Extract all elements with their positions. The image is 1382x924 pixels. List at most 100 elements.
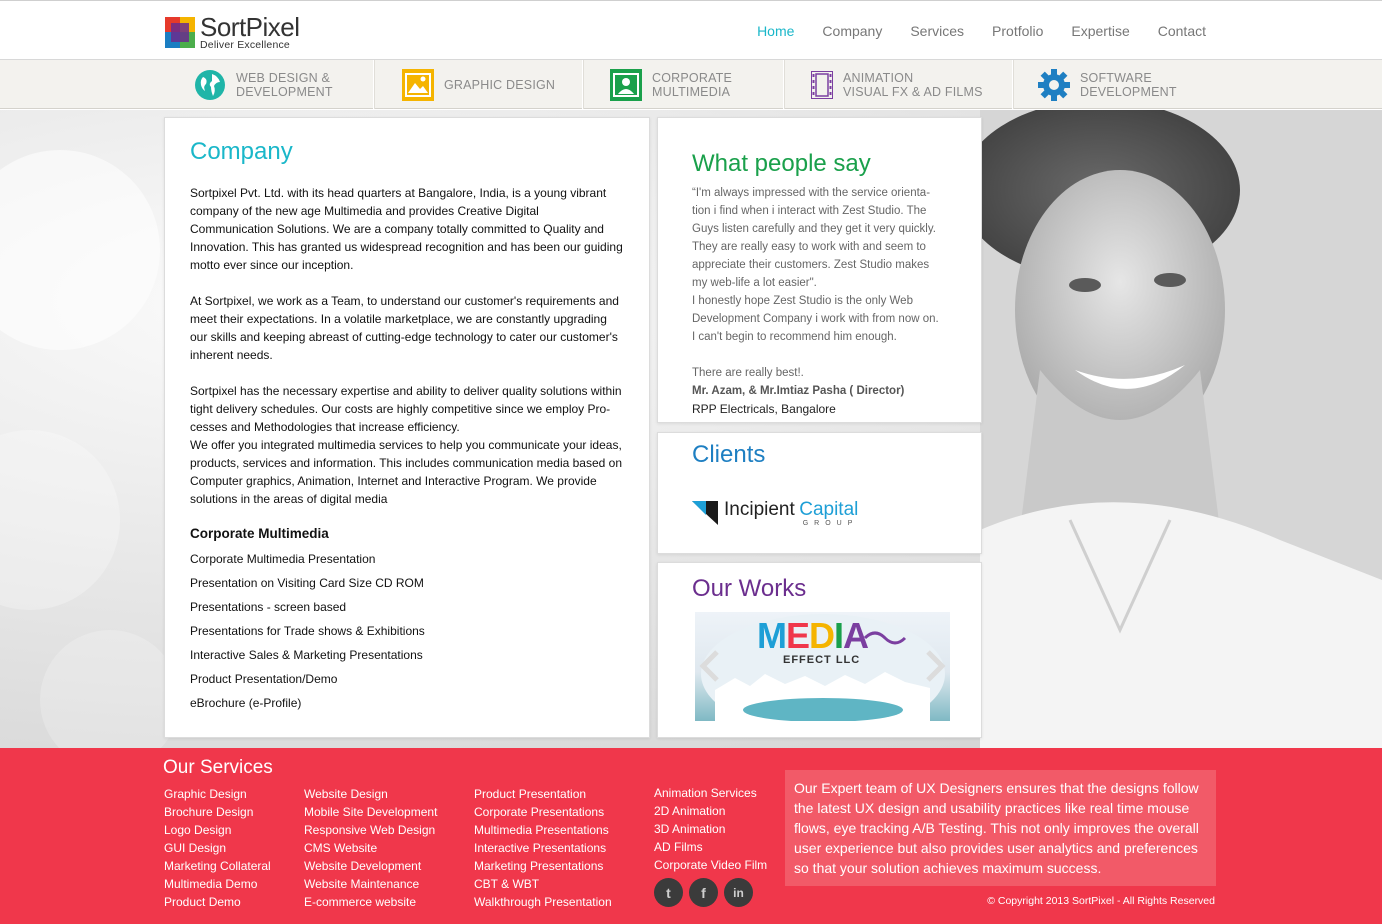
main-nav: Home Company Services Protfolio Expertis… [729, 23, 1206, 39]
works-slider-image[interactable]: MEDIA EFFECT LLC [695, 612, 950, 721]
footer-title: Our Services [163, 757, 273, 778]
nav-expertise[interactable]: Expertise [1071, 23, 1129, 39]
globe-icon [194, 69, 226, 101]
footer-link[interactable]: GUI Design [164, 839, 271, 857]
footer-link[interactable]: CBT & WBT [474, 875, 612, 893]
works-panel: Our Works MEDIA EFFECT LLC [657, 562, 982, 738]
footer-link[interactable]: Corporate Presentations [474, 803, 612, 821]
divider [373, 60, 375, 109]
service-label-line1: GRAPHIC DESIGN [444, 77, 556, 92]
client-logo[interactable]: Incipient Capital GROUP [692, 499, 858, 527]
company-title: Company [190, 138, 293, 165]
hero-photo [960, 110, 1382, 748]
nav-company[interactable]: Company [822, 23, 882, 39]
client-logo-word2: Capital [799, 498, 859, 520]
linkedin-icon[interactable]: in [724, 878, 753, 907]
list-item: Presentations - screen based [190, 600, 347, 614]
slider-prev-button[interactable] [695, 642, 725, 690]
works-logo-letter: E [786, 615, 810, 656]
brand-name: SortPixel [200, 11, 300, 42]
presenter-icon [610, 68, 642, 101]
footer-column-presentations: Product Presentation Corporate Presentat… [474, 785, 612, 911]
footer-link[interactable]: Corporate Video Film [654, 856, 767, 874]
company-paragraph: At Sortpixel, we work as a Team, to unde… [190, 294, 619, 362]
slider-next-button[interactable] [920, 642, 950, 690]
image-icon [402, 68, 434, 101]
nav-contact[interactable]: Contact [1158, 23, 1206, 39]
divider [582, 60, 584, 109]
client-logo-sub: GROUP [802, 519, 859, 527]
footer-link[interactable]: Product Demo [164, 893, 271, 911]
gear-icon [1038, 68, 1070, 101]
nav-portfolio[interactable]: Protfolio [992, 23, 1043, 39]
footer-link[interactable]: E-commerce website [304, 893, 437, 911]
works-logo-main: MEDIA [757, 615, 869, 656]
logo[interactable]: SortPixel Deliver Excellence [165, 11, 300, 51]
testimonial-line: appreciate their customers. Zest Studio … [692, 259, 930, 271]
footer-link[interactable]: CMS Website [304, 839, 437, 857]
footer-column-web: Website Design Mobile Site Development R… [304, 785, 437, 911]
brand-tagline: Deliver Excellence [200, 38, 290, 51]
footer-link[interactable]: Walkthrough Presentation [474, 893, 612, 911]
footer-column-graphic: Graphic Design Brochure Design Logo Desi… [164, 785, 271, 911]
footer-link[interactable]: Brochure Design [164, 803, 271, 821]
footer-link[interactable]: Multimedia Demo [164, 875, 271, 893]
footer-link[interactable]: Product Presentation [474, 785, 612, 803]
footer-link[interactable]: Logo Design [164, 821, 271, 839]
client-logo-mark-icon [692, 501, 718, 525]
service-label-line2: DEVELOPMENT [236, 84, 333, 99]
footer-link[interactable]: Graphic Design [164, 785, 271, 803]
works-title: Our Works [692, 575, 807, 602]
twitter-icon[interactable]: t [654, 878, 683, 907]
footer-column-animation: Animation Services 2D Animation 3D Anima… [654, 784, 767, 874]
social-links: t f in [654, 878, 753, 907]
footer-link[interactable]: Marketing Collateral [164, 857, 271, 875]
company-paragraph: Sortpixel has the necessary expertise an… [190, 384, 622, 434]
service-label-line2: MULTIMEDIA [652, 84, 731, 99]
nav-services[interactable]: Services [910, 23, 964, 39]
footer-link[interactable]: Interactive Presentations [474, 839, 612, 857]
list-item: Interactive Sales & Marketing Presentati… [190, 648, 423, 662]
footer-link[interactable]: Marketing Presentations [474, 857, 612, 875]
service-animation[interactable]: ANIMATION VISUAL FX & AD FILMS [811, 60, 983, 109]
works-logo-letter: M [757, 615, 787, 656]
testimonial-line: I honestly hope Zest Studio is the only … [692, 295, 913, 307]
footer-link[interactable]: 3D Animation [654, 820, 767, 838]
footer-link[interactable]: Website Development [304, 857, 437, 875]
company-paragraph: Sortpixel Pvt. Ltd. with its head quarte… [190, 186, 623, 272]
client-logo-word1: Incipient [724, 498, 795, 520]
service-label-line1: WEB DESIGN & [236, 70, 331, 85]
footer-link[interactable]: Animation Services [654, 784, 767, 802]
footer-link[interactable]: Website Design [304, 785, 437, 803]
testimonial-line: I can't begin to recommend him enough. [692, 331, 897, 343]
footer-link[interactable]: 2D Animation [654, 802, 767, 820]
ux-blurb-text: Our Expert team of UX Designers ensures … [794, 780, 1199, 876]
clients-panel: Clients Incipient Capital GROUP [657, 432, 982, 554]
footer-link[interactable]: Multimedia Presentations [474, 821, 612, 839]
service-software-development[interactable]: SOFTWARE DEVELOPMENT [1038, 60, 1177, 109]
service-graphic-design[interactable]: GRAPHIC DESIGN [402, 60, 555, 109]
divider [783, 60, 785, 109]
testimonial-line: “I'm always impressed with the service o… [692, 187, 931, 199]
list-item: Presentations for Trade shows & Exhibiti… [190, 624, 425, 638]
testimonial-line: They are really easy to work with and se… [692, 241, 926, 253]
footer-link[interactable]: Website Maintenance [304, 875, 437, 893]
service-label-line2: DEVELOPMENT [1080, 84, 1177, 99]
list-item: Presentation on Visiting Card Size CD RO… [190, 576, 424, 590]
nav-home[interactable]: Home [757, 23, 794, 39]
facebook-icon[interactable]: f [689, 878, 718, 907]
service-bar: WEB DESIGN & DEVELOPMENT GRAPHIC DESIGN C… [0, 60, 1382, 109]
footer-link[interactable]: AD Films [654, 838, 767, 856]
service-corporate-multimedia[interactable]: CORPORATE MULTIMEDIA [610, 60, 732, 109]
footer-link[interactable]: Mobile Site Development [304, 803, 437, 821]
testimonial-signature: Mr. Azam, & Mr.Imtiaz Pasha ( Director) [692, 385, 905, 397]
works-logo-sub: EFFECT LLC [783, 654, 861, 666]
list-item: eBrochure (e-Profile) [190, 696, 302, 710]
testimonial-line [692, 346, 947, 364]
service-web-design[interactable]: WEB DESIGN & DEVELOPMENT [194, 60, 333, 109]
service-label-line1: SOFTWARE [1080, 70, 1152, 85]
footer-link[interactable]: Responsive Web Design [304, 821, 437, 839]
company-paragraph: We offer you integrated multimedia servi… [190, 438, 622, 506]
ux-blurb-box: Our Expert team of UX Designers ensures … [785, 770, 1216, 886]
list-item: Corporate Multimedia Presentation [190, 552, 376, 566]
